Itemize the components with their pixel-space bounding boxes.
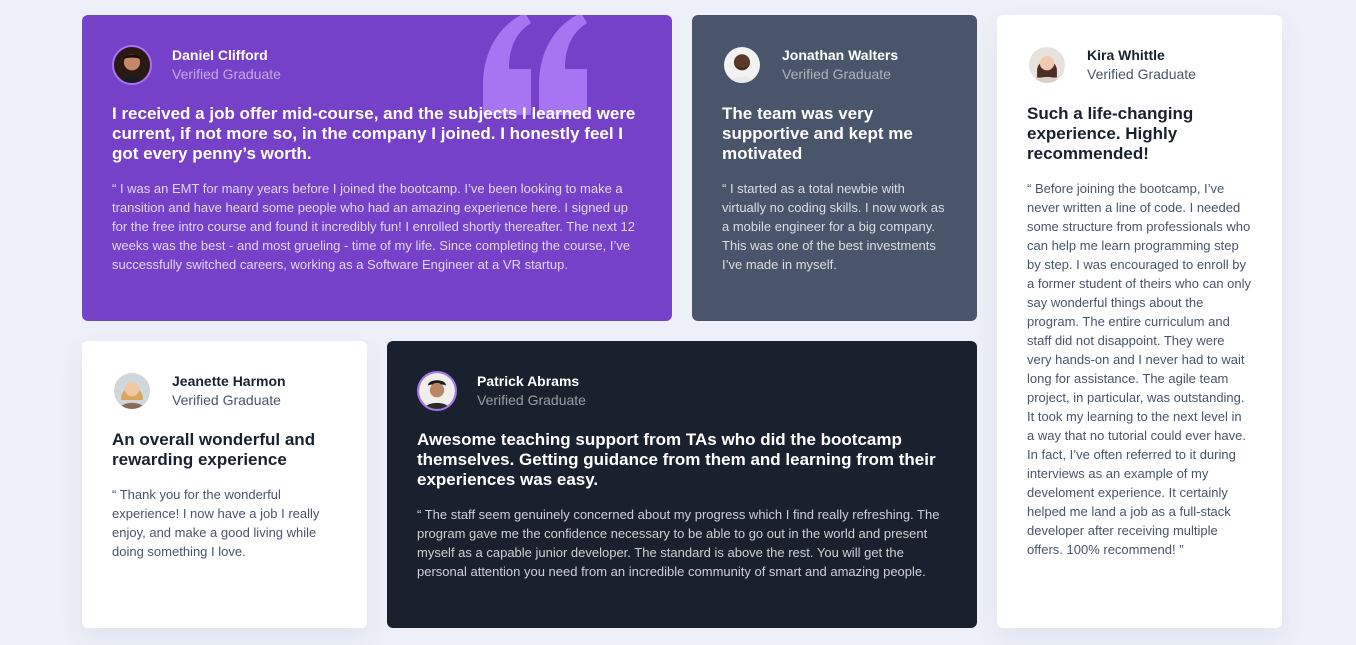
author-name: Daniel Clifford [172, 47, 268, 63]
profile: Daniel Clifford Verified Graduate [112, 45, 642, 85]
avatar-patrick-icon [417, 371, 457, 411]
testimonial-body: “ I was an EMT for many years before I j… [112, 181, 635, 272]
author-role: Verified Graduate [1087, 66, 1196, 82]
testimonial-card-kira: Kira Whittle Verified Graduate Such a li… [997, 15, 1282, 628]
testimonial-card-daniel: Daniel Clifford Verified Graduate I rece… [82, 15, 672, 321]
profile: Kira Whittle Verified Graduate [1027, 45, 1252, 85]
author-name: Patrick Abrams [477, 373, 580, 389]
author-name: Jeanette Harmon [172, 373, 286, 389]
avatar-daniel-icon [112, 45, 152, 85]
testimonial-body: “ Before joining the bootcamp, I’ve neve… [1027, 181, 1252, 557]
testimonial-card-jeanette: Jeanette Harmon Verified Graduate An ove… [82, 341, 367, 628]
author-name: Jonathan Walters [782, 47, 899, 63]
testimonial-headline: Awesome teaching support from TAs who di… [417, 430, 936, 489]
author-role: Verified Graduate [172, 392, 281, 408]
testimonial-body: “ Thank you for the wonderful experience… [112, 487, 320, 559]
testimonial-body: “ The staff seem genuinely concerned abo… [417, 507, 940, 579]
avatar-kira-icon [1027, 45, 1067, 85]
profile: Jeanette Harmon Verified Graduate [112, 371, 337, 411]
author-role: Verified Graduate [172, 66, 281, 82]
testimonial-headline: Such a life-changing experience. Highly … [1027, 104, 1194, 163]
author-name: Kira Whittle [1087, 47, 1165, 63]
profile: Patrick Abrams Verified Graduate [417, 371, 947, 411]
author-role: Verified Graduate [782, 66, 891, 82]
testimonial-headline: I received a job offer mid-course, and t… [112, 104, 636, 163]
testimonial-card-jonathan: Jonathan Walters Verified Graduate The t… [692, 15, 977, 321]
testimonial-headline: The team was very supportive and kept me… [722, 104, 913, 163]
testimonial-card-patrick: Patrick Abrams Verified Graduate Awesome… [387, 341, 977, 628]
avatar-jeanette-icon [112, 371, 152, 411]
author-role: Verified Graduate [477, 392, 586, 408]
testimonial-headline: An overall wonderful and rewarding exper… [112, 430, 316, 469]
testimonial-body: “ I started as a total newbie with virtu… [722, 181, 945, 272]
avatar-jonathan-icon [722, 45, 762, 85]
profile: Jonathan Walters Verified Graduate [722, 45, 947, 85]
